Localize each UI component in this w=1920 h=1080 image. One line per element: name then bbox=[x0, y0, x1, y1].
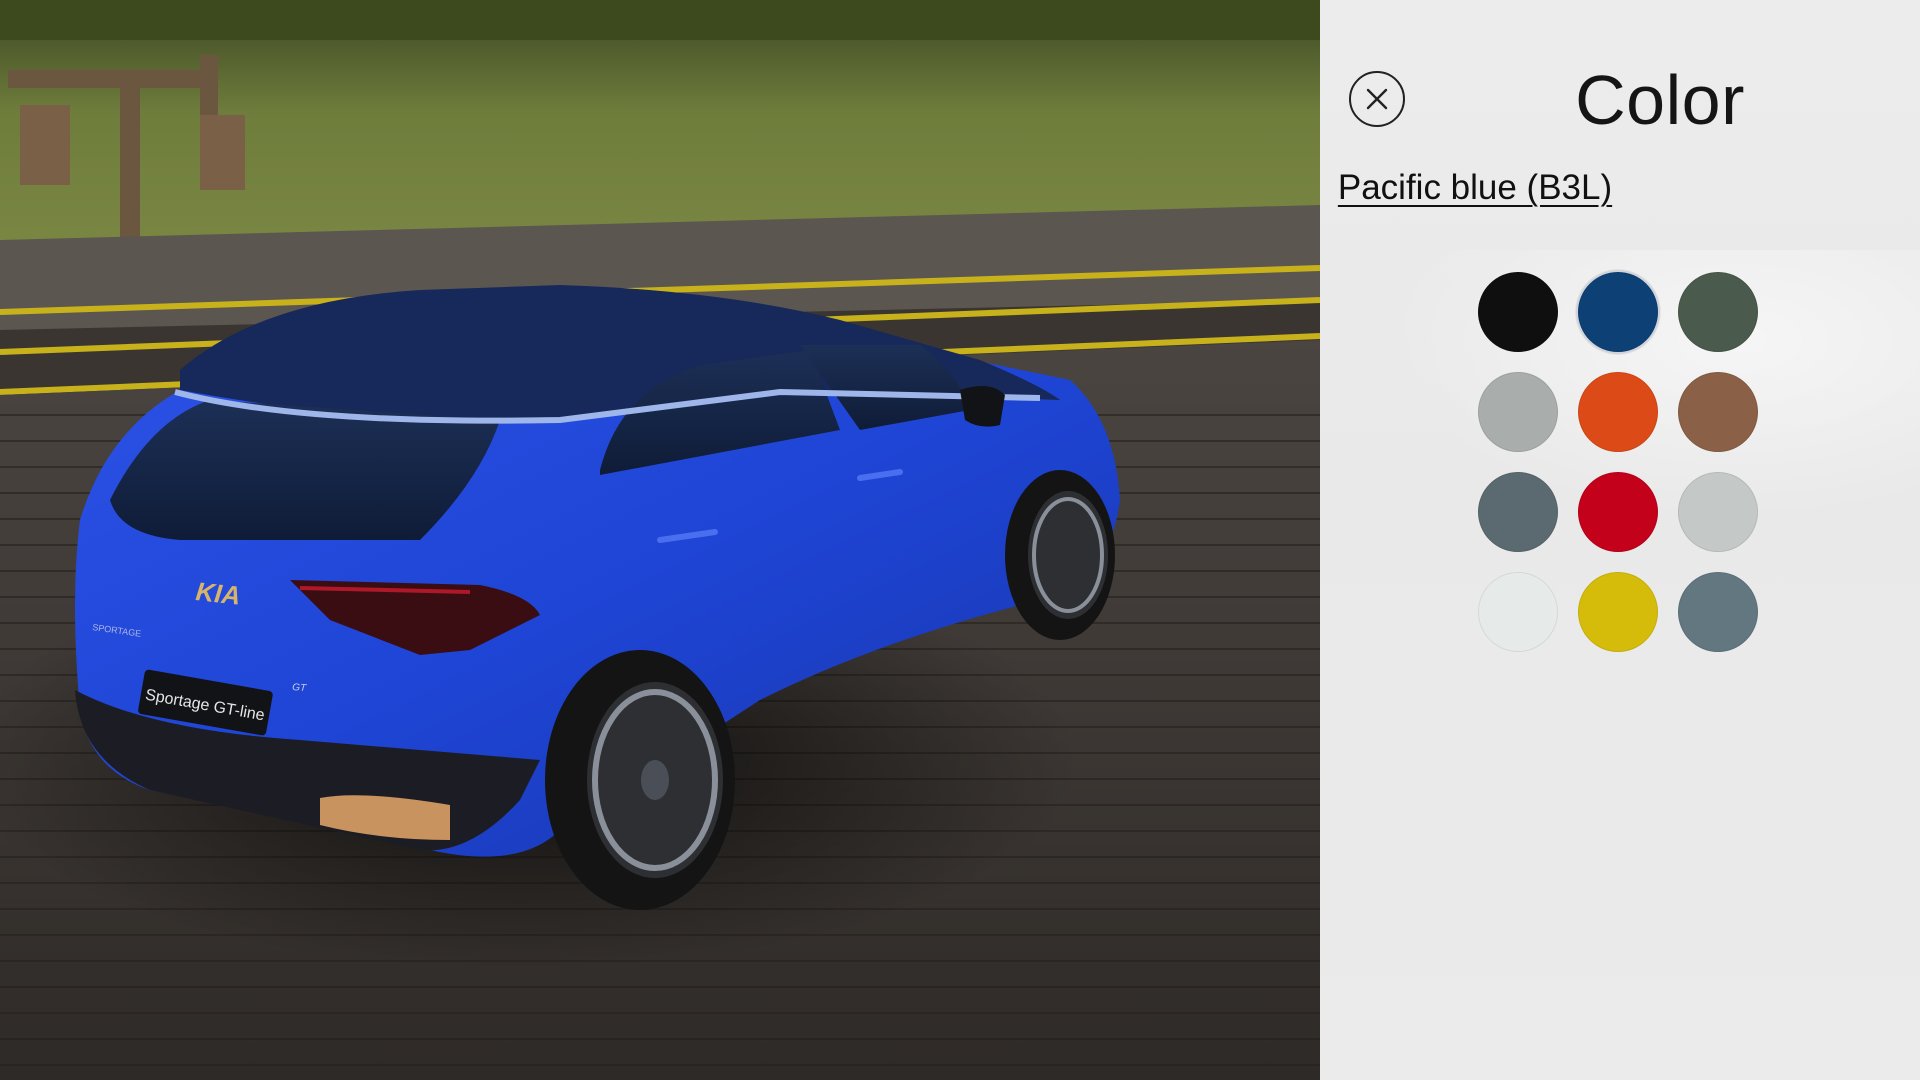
rear-wheel bbox=[545, 650, 735, 910]
car-viewer-3d[interactable]: Sportage GT-line KIA SPORTAGE GT bbox=[0, 0, 1320, 1080]
color-swatch[interactable] bbox=[1478, 372, 1558, 452]
selected-color-name[interactable]: Pacific blue (B3L) bbox=[1338, 168, 1612, 208]
color-swatch[interactable] bbox=[1678, 572, 1758, 652]
brand-logo: KIA bbox=[194, 576, 242, 611]
gt-badge: GT bbox=[292, 682, 308, 694]
color-swatch[interactable] bbox=[1578, 272, 1658, 352]
color-swatch[interactable] bbox=[1678, 272, 1758, 352]
color-swatch[interactable] bbox=[1678, 372, 1758, 452]
car-scene: Sportage GT-line KIA SPORTAGE GT bbox=[0, 0, 1320, 1080]
color-swatch[interactable] bbox=[1578, 572, 1658, 652]
color-swatch[interactable] bbox=[1478, 572, 1558, 652]
color-swatch-grid bbox=[1478, 272, 1758, 652]
color-swatch[interactable] bbox=[1578, 372, 1658, 452]
front-wheel bbox=[1005, 470, 1115, 640]
color-swatch[interactable] bbox=[1678, 472, 1758, 552]
color-swatch[interactable] bbox=[1578, 472, 1658, 552]
color-swatch[interactable] bbox=[1478, 272, 1558, 352]
panel-title: Color bbox=[1575, 61, 1745, 139]
color-swatch[interactable] bbox=[1478, 472, 1558, 552]
